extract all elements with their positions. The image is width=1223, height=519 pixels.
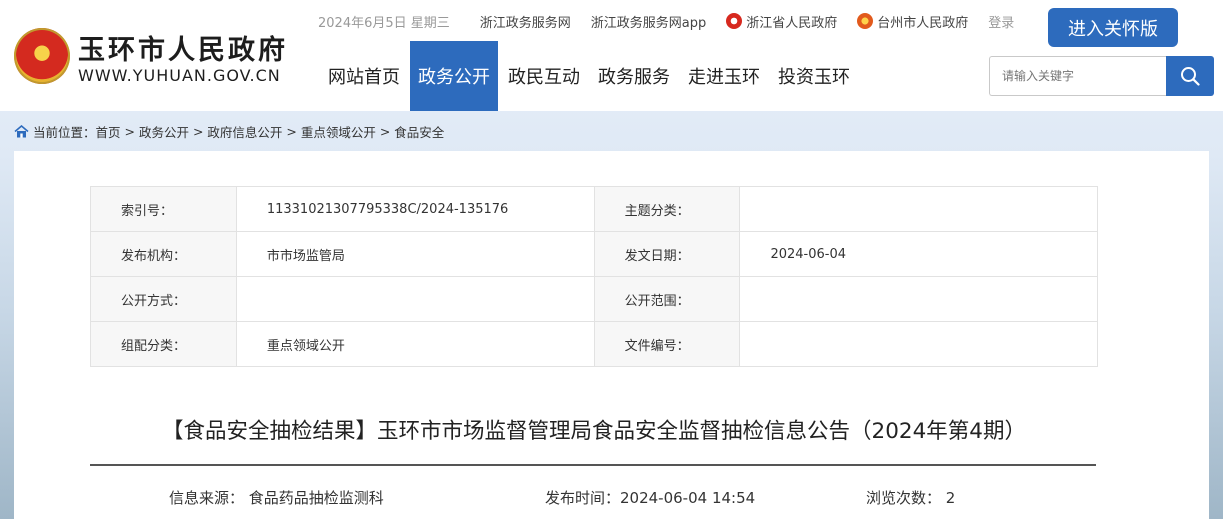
mode-value (235, 276, 595, 322)
taizhou-logo-icon (857, 13, 874, 29)
crumb-separator: > (120, 124, 139, 139)
site-name[interactable]: 玉环市人民政府 (78, 28, 288, 67)
link-label: 浙江省人民政府 (746, 15, 838, 31)
nav-home[interactable]: 网站首页 (320, 41, 408, 111)
scope-value (739, 276, 1098, 322)
date-label: 发文日期： (593, 231, 741, 277)
crumb-gov-affairs-open[interactable]: 政务公开 (139, 122, 189, 141)
site-domain[interactable]: WWW.YUHUAN.GOV.CN (78, 66, 281, 85)
search-button[interactable] (1166, 56, 1214, 96)
link-zjzwfw-app[interactable]: 浙江政务服务网app (591, 12, 706, 31)
crumb-separator: > (188, 124, 208, 139)
index-value: 11331021307795338C/2024-135176 (235, 186, 595, 232)
table-row: 公开方式： 公开范围： (90, 276, 1098, 322)
link-zhejiang-gov[interactable]: 浙江省人民政府 (726, 12, 837, 31)
crumb-home[interactable]: 首页 (96, 122, 121, 141)
docno-label: 文件编号： (593, 321, 741, 367)
care-mode-button[interactable]: 进入关怀版 (1048, 8, 1178, 47)
nav-gov-affairs-open[interactable]: 政务公开 (410, 41, 498, 111)
content-panel: 索引号： 11331021307795338C/2024-135176 主题分类… (14, 151, 1209, 519)
table-row: 发布机构： 市市场监管局 发文日期： 2024-06-04 (90, 231, 1098, 277)
breadcrumb: 当前位置： 首页 > 政务公开 > 政府信息公开 > 重点领域公开 > 食品安全 (14, 122, 444, 141)
mode-label: 公开方式： (90, 276, 237, 322)
title-divider (90, 464, 1096, 466)
info-source: 信息来源： 食品药品抽检监测科 (169, 489, 384, 507)
crumb-separator: > (375, 124, 395, 139)
nav-interaction[interactable]: 政民互动 (500, 41, 588, 111)
date-value: 2024-06-04 (739, 231, 1098, 277)
home-icon (14, 125, 29, 138)
link-zjzwfw[interactable]: 浙江政务服务网 (480, 12, 571, 31)
search-input[interactable] (989, 56, 1166, 96)
nav-gov-services[interactable]: 政务服务 (590, 41, 678, 111)
group-value: 重点领域公开 (235, 321, 595, 367)
view-count: 浏览次数： 2 (866, 489, 956, 507)
index-label: 索引号： (90, 186, 237, 232)
group-label: 组配分类： (90, 321, 237, 367)
nav-invest[interactable]: 投资玉环 (770, 41, 858, 111)
topic-value (739, 186, 1098, 232)
site-header: 玉环市人民政府 WWW.YUHUAN.GOV.CN 2024年6月5日 星期三 … (0, 0, 1223, 111)
crumb-food-safety[interactable]: 食品安全 (394, 122, 444, 141)
doc-meta-table: 索引号： 11331021307795338C/2024-135176 主题分类… (90, 186, 1098, 367)
zhejiang-emblem-icon (726, 13, 743, 29)
table-row: 索引号： 11331021307795338C/2024-135176 主题分类… (90, 186, 1098, 232)
docno-value (739, 321, 1098, 367)
search-box (989, 56, 1214, 96)
nav-about-yuhuan[interactable]: 走进玉环 (680, 41, 768, 111)
publish-time: 发布时间：2024-06-04 14:54 (545, 489, 756, 507)
link-label: 台州市人民政府 (877, 15, 969, 31)
national-emblem-logo[interactable] (14, 28, 70, 84)
topic-label: 主题分类： (593, 186, 741, 232)
link-taizhou-gov[interactable]: 台州市人民政府 (857, 12, 968, 31)
crumb-key-areas[interactable]: 重点领域公开 (301, 122, 376, 141)
main-nav: 网站首页 政务公开 政民互动 政务服务 走进玉环 投资玉环 (320, 41, 860, 111)
top-links-bar: 2024年6月5日 星期三 浙江政务服务网 浙江政务服务网app 浙江省人民政府… (318, 12, 1014, 31)
current-date: 2024年6月5日 星期三 (318, 15, 450, 31)
table-row: 组配分类： 重点领域公开 文件编号： (90, 321, 1098, 367)
crumb-separator: > (282, 124, 301, 139)
crumb-gov-info-open[interactable]: 政府信息公开 (207, 122, 282, 141)
breadcrumb-prefix: 当前位置： (33, 125, 96, 140)
scope-label: 公开范围： (593, 276, 741, 322)
search-icon (1181, 67, 1200, 86)
link-label: 浙江政务服务网 (479, 15, 571, 31)
org-value: 市市场监管局 (235, 231, 595, 277)
org-label: 发布机构： (90, 231, 237, 277)
article-title: 【食品安全抽检结果】玉环市市场监督管理局食品安全监督抽检信息公告（2024年第4… (162, 419, 1026, 444)
link-label: 浙江政务服务网app (590, 15, 707, 31)
login-link[interactable]: 登录 (988, 12, 1014, 31)
